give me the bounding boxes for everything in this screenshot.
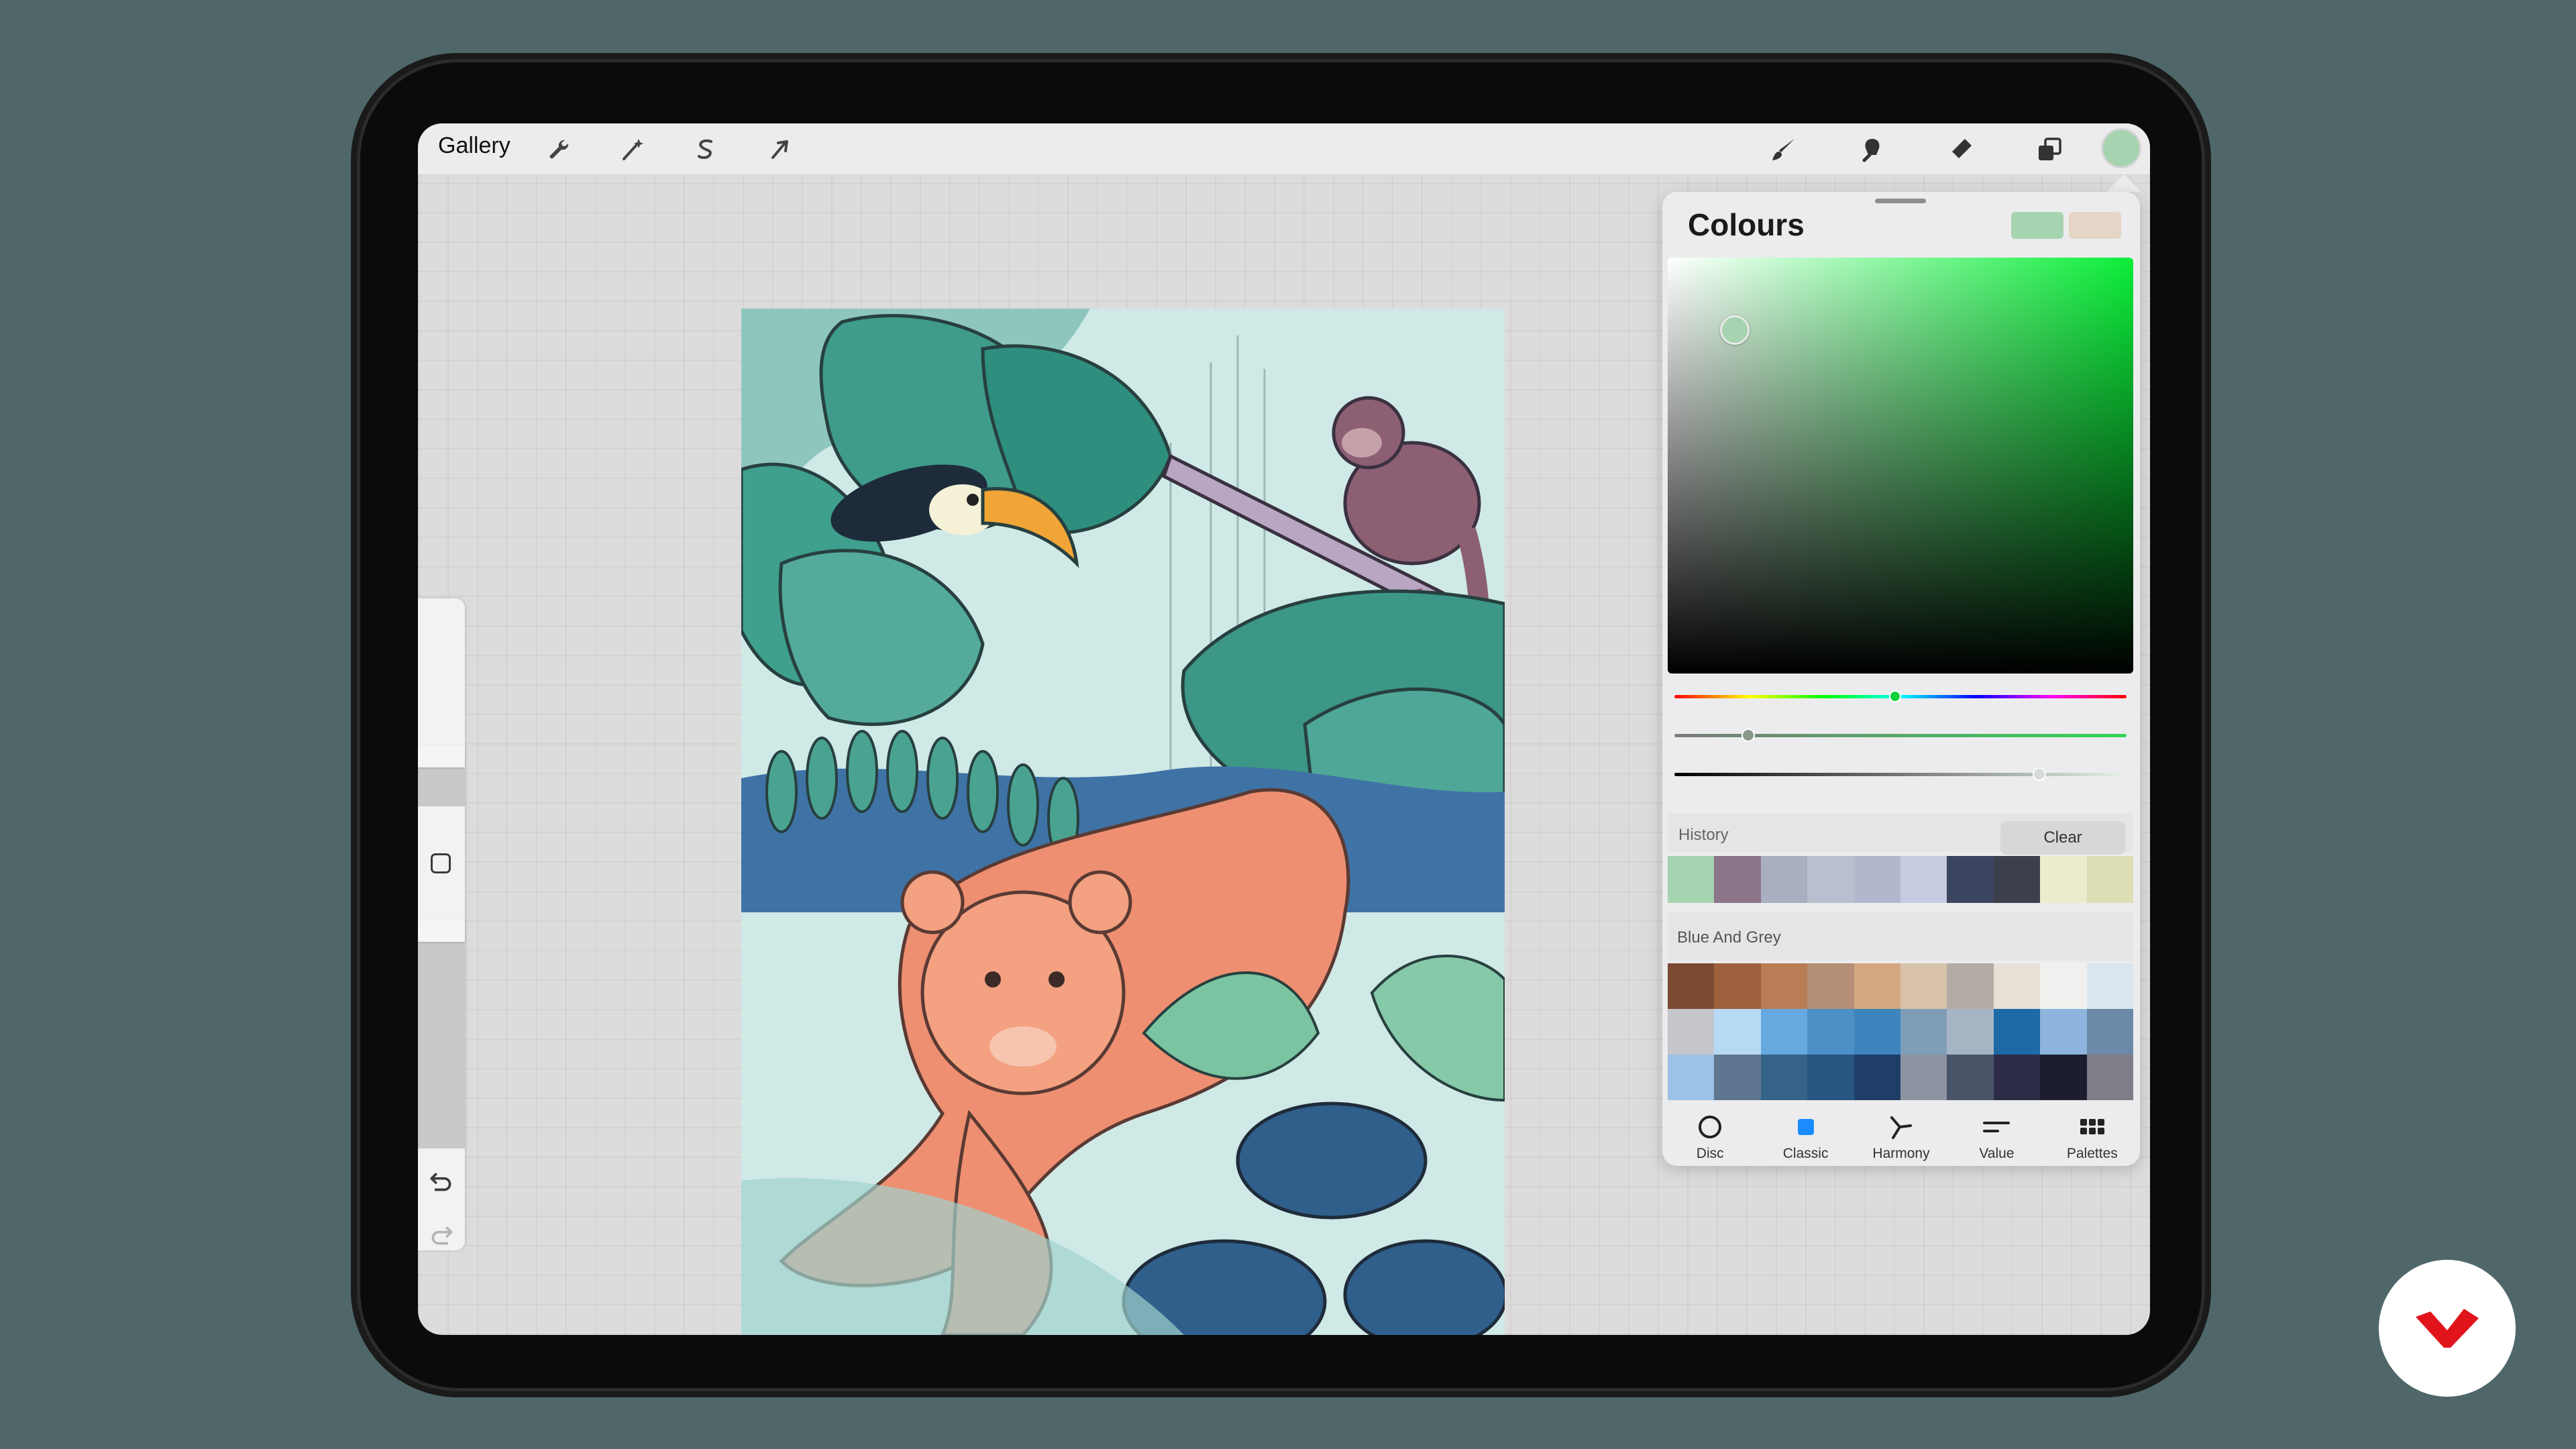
palette-swatch[interactable] (1947, 1009, 1994, 1055)
harmony-icon (1890, 1116, 1913, 1139)
tab-label: Disc (1696, 1146, 1724, 1161)
palette-name: Blue And Grey (1677, 928, 1781, 947)
brightness-slider-knob[interactable] (2033, 767, 2046, 781)
logo-mark-icon (2416, 1309, 2479, 1348)
smudge-icon[interactable] (1856, 133, 1889, 166)
artwork-illustration (741, 309, 1505, 1335)
tab-label: Harmony (1872, 1146, 1930, 1161)
palettes-grid-icon (2080, 1119, 2104, 1134)
brush-size-knob[interactable] (418, 746, 465, 767)
brush-icon[interactable] (1767, 133, 1801, 166)
brightness-slider[interactable] (1674, 773, 2127, 776)
artwork-canvas[interactable] (741, 309, 1505, 1335)
popover-pointer (2106, 174, 2141, 192)
actions-wrench-icon[interactable] (541, 133, 575, 166)
disc-icon (1699, 1116, 1722, 1138)
tab-disc[interactable]: Disc (1662, 1112, 1758, 1166)
colours-panel: Colours History Clear Blue And Grey Disc… (1662, 192, 2140, 1166)
history-swatch[interactable] (2086, 856, 2134, 903)
saturation-slider-knob[interactable] (1741, 729, 1755, 742)
colours-title: Colours (1688, 207, 1805, 242)
palette-swatch[interactable] (1760, 963, 1808, 1009)
classic-square-icon (1797, 1119, 1814, 1135)
palette-swatch[interactable] (1760, 1009, 1808, 1055)
modify-button[interactable] (431, 853, 451, 873)
opacity-knob[interactable] (418, 920, 465, 942)
palette-swatch[interactable] (1993, 963, 2041, 1009)
previous-colour-swatch[interactable] (2069, 212, 2121, 239)
palette-swatch[interactable] (1668, 963, 1715, 1009)
current-colour-swatch (2011, 212, 2063, 239)
palette-swatch[interactable] (1993, 1055, 2041, 1100)
palette-swatch[interactable] (2040, 1009, 2087, 1055)
history-swatch[interactable] (1947, 856, 1994, 903)
palette-swatch[interactable] (2040, 963, 2087, 1009)
palette-swatch[interactable] (1854, 963, 1900, 1009)
palette-swatch[interactable] (1668, 1055, 1715, 1100)
transform-arrow-icon[interactable] (763, 133, 796, 166)
palette-swatch[interactable] (1714, 963, 1761, 1009)
colour-mode-tabs: Disc Classic Harmony Value Palettes (1662, 1112, 2140, 1166)
palette-grid (1668, 963, 2133, 1100)
tab-label: Classic (1782, 1146, 1829, 1161)
palette-swatch[interactable] (1714, 1009, 1761, 1055)
tab-value[interactable]: Value (1949, 1112, 2044, 1166)
tab-label: Value (1979, 1146, 2015, 1161)
tab-harmony[interactable]: Harmony (1854, 1112, 1949, 1166)
palette-swatch[interactable] (1807, 1009, 1854, 1055)
eraser-icon[interactable] (1944, 133, 1978, 166)
history-swatch[interactable] (1760, 856, 1808, 903)
history-swatch[interactable] (1714, 856, 1761, 903)
history-swatch[interactable] (1854, 856, 1901, 903)
tab-palettes[interactable]: Palettes (2045, 1112, 2140, 1166)
palette-swatch[interactable] (2086, 963, 2133, 1009)
undo-icon[interactable] (427, 1169, 455, 1197)
palette-swatch[interactable] (1900, 1009, 1947, 1055)
top-toolbar: Gallery (418, 123, 2150, 175)
history-label: History (1678, 826, 1729, 844)
history-swatch[interactable] (1900, 856, 1947, 903)
palette-swatch[interactable] (1714, 1055, 1761, 1100)
colour-picker-handle[interactable] (1720, 315, 1750, 345)
value-sliders-icon (1983, 1122, 2010, 1132)
palette-swatch[interactable] (1900, 1055, 1947, 1100)
history-swatch[interactable] (2040, 856, 2087, 903)
current-colour-button[interactable] (2103, 130, 2139, 166)
palette-swatch[interactable] (1854, 1009, 1900, 1055)
history-swatch[interactable] (1993, 856, 2041, 903)
palette-swatch[interactable] (1993, 1009, 2041, 1055)
history-swatch[interactable] (1668, 856, 1715, 903)
palette-swatch[interactable] (1807, 1055, 1854, 1100)
layers-icon[interactable] (2033, 133, 2066, 166)
hue-slider-knob[interactable] (1889, 690, 1901, 702)
panel-grabber[interactable] (1875, 199, 1926, 203)
opacity-slider[interactable] (418, 927, 465, 1148)
gallery-button[interactable]: Gallery (438, 133, 511, 159)
clear-history-button[interactable]: Clear (2000, 821, 2125, 855)
redo-icon[interactable] (427, 1222, 455, 1250)
palette-swatch[interactable] (1947, 1055, 1994, 1100)
palette-swatch[interactable] (2086, 1055, 2133, 1100)
selection-icon[interactable] (689, 133, 722, 166)
palette-swatch[interactable] (1947, 963, 1994, 1009)
palette-swatch[interactable] (2040, 1055, 2087, 1100)
history-swatches (1668, 856, 2134, 903)
tab-classic[interactable]: Classic (1758, 1112, 1853, 1166)
sidebar (418, 598, 465, 1250)
procreate-screen: Gallery Colours History Clear Blue And G… (418, 123, 2150, 1335)
palette-swatch[interactable] (1760, 1055, 1808, 1100)
domestika-logo (2379, 1260, 2516, 1397)
adjustments-magic-wand-icon[interactable] (615, 133, 649, 166)
tab-label: Palettes (2066, 1146, 2118, 1161)
history-swatch[interactable] (1807, 856, 1854, 903)
palette-swatch[interactable] (1668, 1009, 1715, 1055)
palette-swatch[interactable] (1900, 963, 1947, 1009)
palette-swatch[interactable] (2086, 1009, 2133, 1055)
palette-swatch[interactable] (1854, 1055, 1900, 1100)
palette-swatch[interactable] (1807, 963, 1854, 1009)
